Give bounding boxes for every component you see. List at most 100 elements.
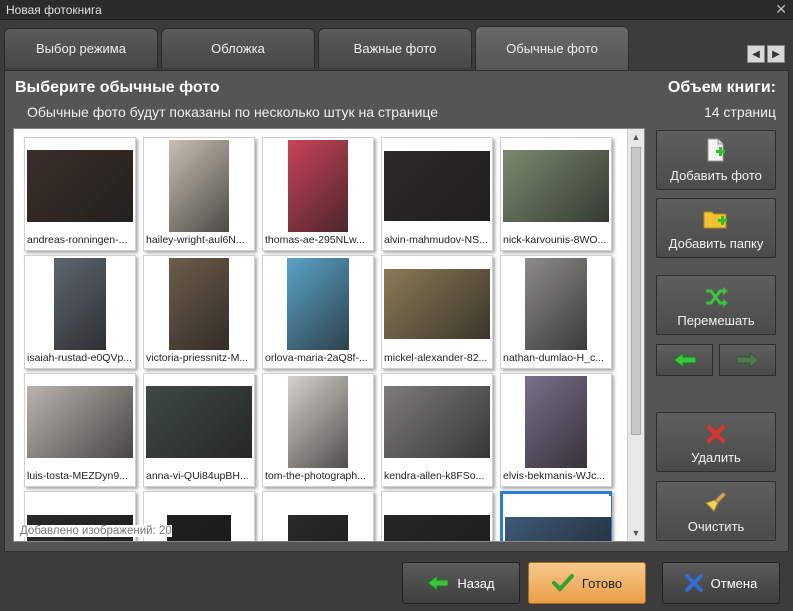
photo-image-area [265, 376, 371, 468]
add-photo-label: Добавить фото [670, 168, 762, 183]
page-subtitle: Обычные фото будут показаны по несколько… [27, 104, 439, 120]
photo-thumbnail[interactable]: tom-the-photograph... [262, 373, 374, 487]
photo-filename: nathan-dumlao-H_c... [503, 352, 604, 364]
photo-image [288, 376, 348, 468]
photo-image [288, 140, 348, 232]
tab-regular-photos[interactable]: Обычные фото [475, 26, 629, 70]
photo-gallery[interactable]: andreas-ronningen-... hailey-wright-aul6N… [13, 128, 645, 542]
photo-filename: luis-tosta-MEZDyn9... [27, 470, 128, 482]
scroll-down-icon[interactable]: ▼ [628, 525, 644, 541]
arrow-left-icon [427, 575, 449, 591]
photo-thumbnail[interactable] [381, 491, 493, 541]
photo-image [27, 386, 133, 458]
photo-thumbnail[interactable]: elvis-bekmanis-WJc... [500, 373, 612, 487]
photo-image-area [265, 494, 371, 541]
photo-image [384, 269, 490, 339]
page-title: Выберите обычные фото [15, 79, 220, 96]
tab-label: Обычные фото [506, 41, 598, 56]
photo-filename: isaiah-rustad-e0QVp... [27, 352, 133, 364]
back-button[interactable]: Назад [402, 562, 520, 604]
arrow-left-icon [672, 352, 696, 368]
cancel-icon [684, 574, 703, 592]
add-photo-icon [707, 138, 725, 162]
photo-thumbnail[interactable]: alvin-mahmudov-NS... [381, 137, 493, 251]
move-left-button[interactable] [656, 344, 713, 376]
arrow-right-icon [736, 352, 760, 368]
clear-button[interactable]: Очистить [656, 481, 776, 541]
shuffle-icon [706, 287, 728, 307]
scrollbar-thumb[interactable] [631, 147, 641, 435]
tab-scroll-arrows: ◀ ▶ [747, 45, 785, 63]
add-photo-button[interactable]: Добавить фото [656, 130, 776, 190]
photo-filename: nick-karvounis-8WO... [503, 234, 607, 246]
book-volume-value: 14 страниц [703, 104, 776, 120]
tab-scroll-right-icon[interactable]: ▶ [767, 45, 785, 63]
photo-filename: alvin-mahmudov-NS... [384, 234, 488, 246]
photo-thumbnail[interactable]: mickel-alexander-82... [381, 255, 493, 369]
photo-thumbnail[interactable]: kendra-allen-k8FSo... [381, 373, 493, 487]
cancel-button[interactable]: Отмена [662, 562, 780, 604]
add-folder-button[interactable]: Добавить папку [656, 198, 776, 258]
photo-filename: thomas-ae-295NLw... [265, 234, 365, 246]
tab-scroll-left-icon[interactable]: ◀ [747, 45, 765, 63]
delete-label: Удалить [691, 450, 741, 465]
title-bar: Новая фотокнига ✕ [0, 0, 793, 20]
photo-image-area [384, 258, 490, 350]
close-icon[interactable]: ✕ [775, 1, 787, 17]
photo-image-area [146, 258, 252, 350]
photo-thumbnail[interactable]: victoria-priessnitz-M... [143, 255, 255, 369]
photo-image-area [384, 376, 490, 468]
done-button[interactable]: Готово [528, 562, 646, 604]
photo-image-area [27, 258, 133, 350]
move-right-button[interactable] [719, 344, 776, 376]
photo-image [503, 150, 609, 222]
photo-filename: hailey-wright-aul6N... [146, 234, 245, 246]
shuffle-label: Перемешать [677, 313, 755, 328]
move-buttons [656, 344, 776, 376]
photo-filename: andreas-ronningen-... [27, 234, 128, 246]
photo-image [384, 515, 490, 541]
photo-thumbnail[interactable]: nick-karvounis-8WO... [500, 137, 612, 251]
tab-mode[interactable]: Выбор режима [4, 28, 158, 68]
photo-filename: victoria-priessnitz-M... [146, 352, 249, 364]
photo-image-area [505, 496, 611, 541]
photo-filename: kendra-allen-k8FSo... [384, 470, 485, 482]
footer-bar: Назад Готово Отмена [0, 553, 793, 611]
photo-image-area [265, 140, 371, 232]
photo-thumbnail[interactable]: isaiah-rustad-e0QVp... [24, 255, 136, 369]
shuffle-button[interactable]: Перемешать [656, 275, 776, 335]
photo-thumbnail[interactable] [500, 491, 612, 541]
tab-cover[interactable]: Обложка [161, 28, 315, 68]
photo-image-area [503, 376, 609, 468]
photo-image-area [384, 494, 490, 541]
scroll-up-icon[interactable]: ▲ [628, 129, 644, 145]
photo-image-area [265, 258, 371, 350]
photo-image [167, 515, 231, 541]
delete-button[interactable]: Удалить [656, 412, 776, 472]
broom-icon [705, 491, 727, 512]
photobook-window: Новая фотокнига ✕ Выбор режима Обложка В… [0, 0, 793, 611]
tab-important-photos[interactable]: Важные фото [318, 28, 472, 68]
photo-image [169, 258, 229, 350]
photo-image-area [146, 140, 252, 232]
photo-image [287, 258, 349, 350]
photo-thumbnail[interactable]: anna-vi-QUi84upBH... [143, 373, 255, 487]
photo-filename: mickel-alexander-82... [384, 352, 488, 364]
photo-image-area [27, 140, 133, 232]
cancel-label: Отмена [710, 575, 758, 591]
photo-thumbnail[interactable]: luis-tosta-MEZDyn9... [24, 373, 136, 487]
photo-thumbnail[interactable]: nathan-dumlao-H_c... [500, 255, 612, 369]
gallery-scrollbar[interactable]: ▲ ▼ [627, 129, 644, 541]
content-panel: Выберите обычные фото Обычные фото будут… [4, 70, 789, 552]
photo-thumbnail[interactable]: thomas-ae-295NLw... [262, 137, 374, 251]
photo-image [384, 151, 490, 221]
window-title: Новая фотокнига [6, 3, 102, 17]
photo-image-area [384, 140, 490, 232]
photo-image [288, 515, 348, 541]
photo-thumbnail[interactable] [262, 491, 374, 541]
photo-image-area [503, 140, 609, 232]
done-label: Готово [581, 575, 623, 591]
photo-thumbnail[interactable]: orlova-maria-2aQ8f-... [262, 255, 374, 369]
photo-thumbnail[interactable]: andreas-ronningen-... [24, 137, 136, 251]
photo-thumbnail[interactable]: hailey-wright-aul6N... [143, 137, 255, 251]
